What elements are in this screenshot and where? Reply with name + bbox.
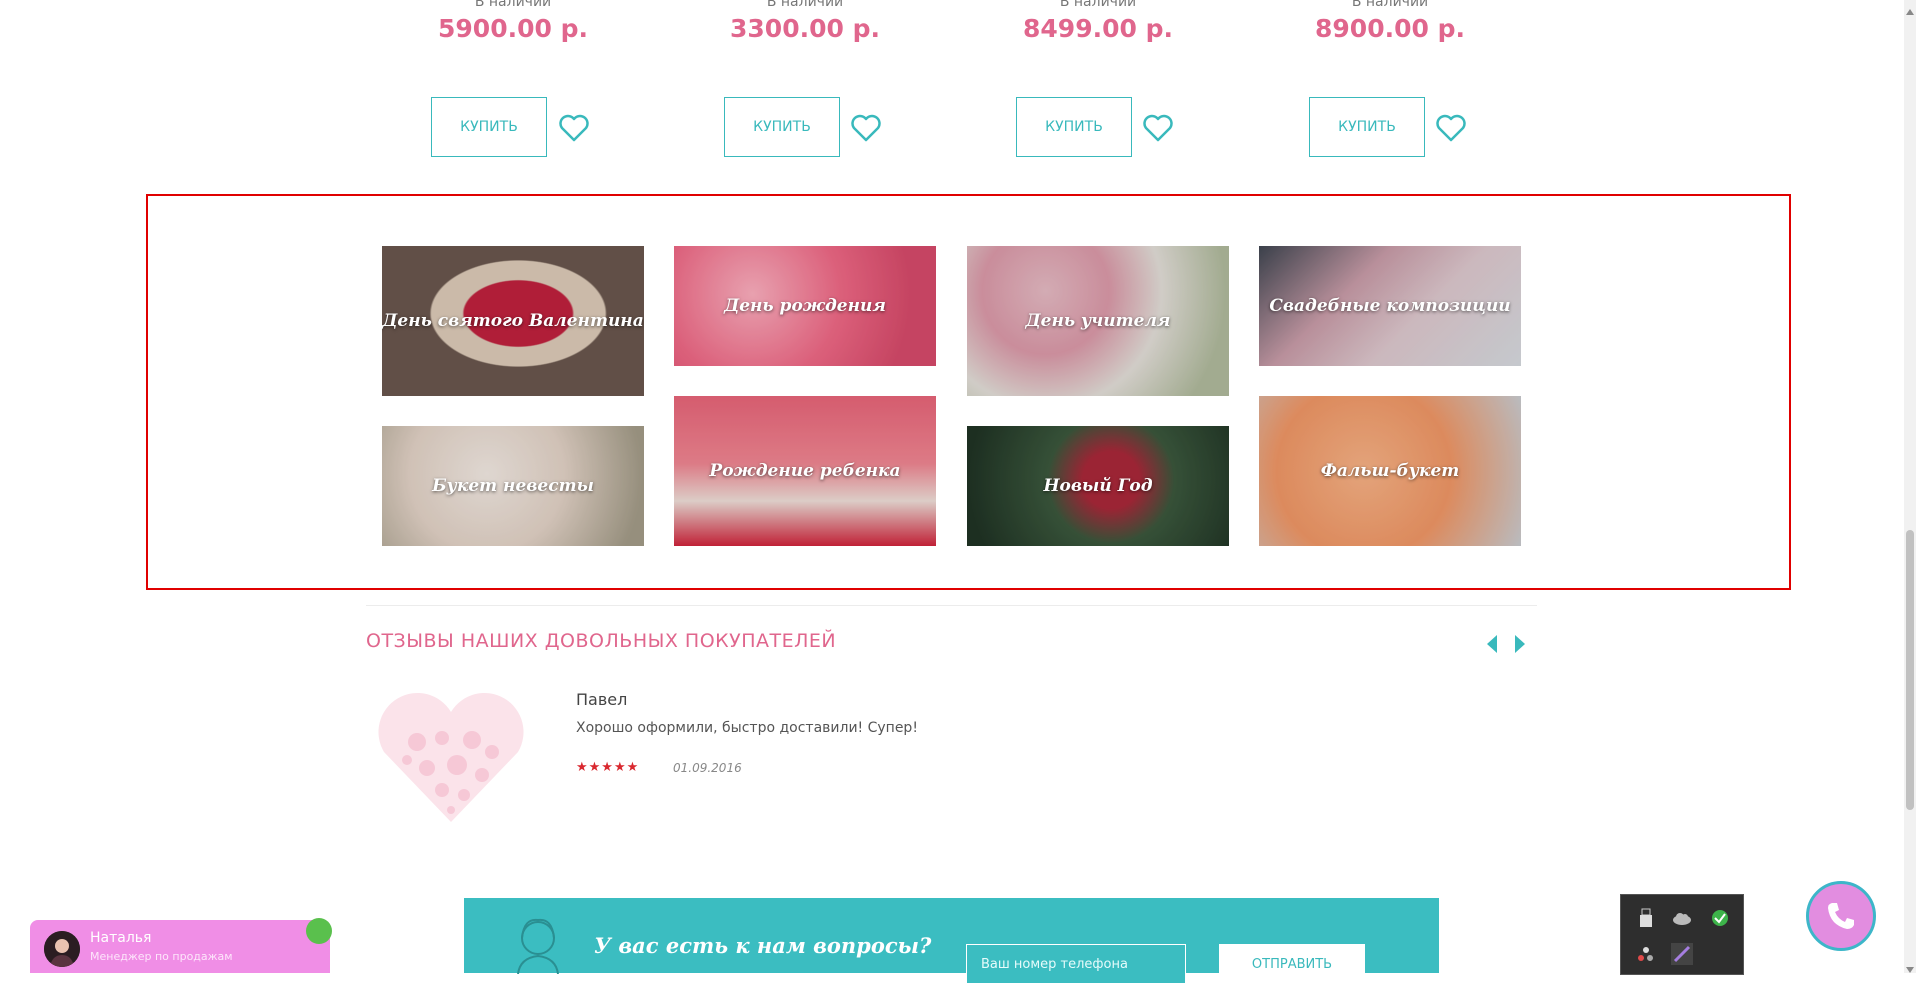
category-tile-birthday[interactable]: День рождения xyxy=(674,246,936,366)
stock-status: В наличии xyxy=(1351,0,1429,10)
system-tray-popup xyxy=(1620,894,1744,975)
phone-icon xyxy=(1828,903,1854,929)
scroll-thumb[interactable] xyxy=(1906,530,1914,810)
security-check-icon[interactable] xyxy=(1709,907,1731,929)
category-tile-valentine[interactable]: День святого Валентина xyxy=(382,246,644,396)
question-title: У вас есть к нам вопросы? xyxy=(594,933,932,958)
review-heart-image xyxy=(372,690,530,830)
scroll-down-arrow-icon[interactable] xyxy=(1906,960,1914,973)
review-author: Павел xyxy=(576,690,628,709)
feather-pen-icon[interactable] xyxy=(1671,943,1693,965)
usb-drive-icon[interactable] xyxy=(1635,907,1657,929)
category-tile-baby[interactable]: Рождение ребенка xyxy=(674,396,936,546)
review-rating-stars: ★★★★★ xyxy=(576,760,640,775)
chat-manager-role: Менеджер по продажам xyxy=(90,950,233,963)
category-label: День учителя xyxy=(1025,311,1171,331)
stock-status: В наличии xyxy=(766,0,844,10)
phone-input[interactable] xyxy=(966,944,1186,984)
category-label: День святого Валентина xyxy=(382,311,644,331)
product-price: 3300.00 р. xyxy=(730,14,880,43)
stock-status: В наличии xyxy=(474,0,552,10)
category-label: День рождения xyxy=(724,296,886,316)
stock-status: В наличии xyxy=(1059,0,1137,10)
scroll-up-arrow-icon[interactable] xyxy=(1906,2,1914,15)
reviews-title: ОТЗЫВЫ НАШИХ ДОВОЛЬНЫХ ПОКУПАТЕЛЕЙ xyxy=(366,630,837,652)
chat-manager-name: Наталья xyxy=(90,930,152,946)
product-price: 5900.00 р. xyxy=(438,14,588,43)
product-price: 8499.00 р. xyxy=(1023,14,1173,43)
favorite-heart-icon[interactable] xyxy=(851,114,881,142)
section-divider xyxy=(366,605,1537,606)
woman-outline-icon xyxy=(510,914,566,975)
category-tile-bride[interactable]: Букет невесты xyxy=(382,426,644,546)
chat-widget[interactable]: Наталья Менеджер по продажам xyxy=(30,918,332,973)
category-label: Фальш-букет xyxy=(1320,461,1460,481)
favorite-heart-icon[interactable] xyxy=(1143,114,1173,142)
category-label: Новый Год xyxy=(1043,476,1153,496)
category-label: Рождение ребенка xyxy=(709,461,901,481)
call-phone-button[interactable] xyxy=(1806,881,1876,951)
cloud-icon[interactable] xyxy=(1671,907,1693,929)
avatar xyxy=(44,931,80,967)
category-tile-newyear[interactable]: Новый Год xyxy=(967,426,1229,546)
category-label: Букет невесты xyxy=(432,476,594,496)
buy-button[interactable]: КУПИТЬ xyxy=(1309,97,1425,157)
category-label: Свадебные композиции xyxy=(1269,296,1511,316)
review-date: 01.09.2016 xyxy=(673,761,742,775)
buy-button[interactable]: КУПИТЬ xyxy=(724,97,840,157)
arrow-right-icon[interactable] xyxy=(1512,634,1528,654)
send-button[interactable]: ОТПРАВИТЬ xyxy=(1219,944,1365,984)
favorite-heart-icon[interactable] xyxy=(559,114,589,142)
page-scrollbar[interactable] xyxy=(1904,0,1916,973)
question-banner: У вас есть к нам вопросы? ОТПРАВИТЬ xyxy=(464,898,1439,984)
product-price: 8900.00 р. xyxy=(1315,14,1465,43)
favorite-heart-icon[interactable] xyxy=(1436,114,1466,142)
buy-button[interactable]: КУПИТЬ xyxy=(431,97,547,157)
network-app-icon[interactable] xyxy=(1635,943,1657,965)
category-tile-teacher[interactable]: День учителя xyxy=(967,246,1229,396)
buy-button[interactable]: КУПИТЬ xyxy=(1016,97,1132,157)
review-text: Хорошо оформили, быстро доставили! Супер… xyxy=(576,720,918,736)
category-tile-wedding[interactable]: Свадебные композиции xyxy=(1259,246,1521,366)
arrow-left-icon[interactable] xyxy=(1484,634,1500,654)
category-tile-faux-bouquet[interactable]: Фальш-букет xyxy=(1259,396,1521,546)
online-status-icon xyxy=(306,918,332,944)
